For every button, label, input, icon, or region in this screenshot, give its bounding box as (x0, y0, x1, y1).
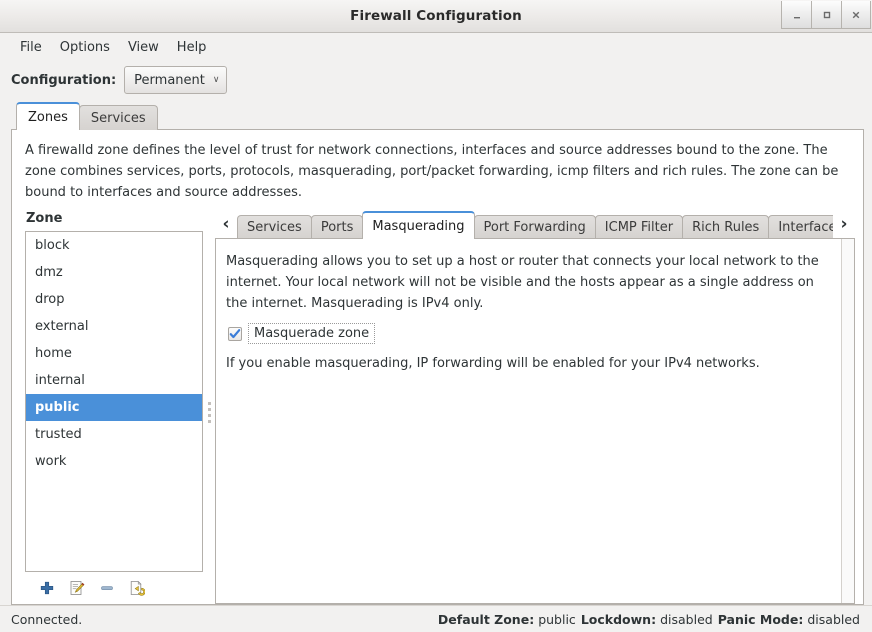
menu-help[interactable]: Help (168, 37, 216, 58)
tab-scroll-left-button[interactable]: ‹ (215, 211, 237, 239)
zones-panel: A firewalld zone defines the level of tr… (11, 129, 864, 605)
list-item[interactable]: external (26, 313, 202, 340)
minus-icon (99, 580, 115, 596)
main-tablist: Zones Services (11, 102, 864, 130)
masquerading-footnote: If you enable masquerading, IP forwardin… (226, 356, 829, 371)
window-title: Firewall Configuration (350, 8, 522, 24)
tab-interfaces[interactable]: Interfaces (768, 215, 833, 239)
list-item[interactable]: trusted (26, 421, 202, 448)
close-icon (851, 10, 861, 20)
splitter-grip-icon (208, 402, 211, 423)
list-item[interactable]: home (26, 340, 202, 367)
menu-options[interactable]: Options (51, 37, 119, 58)
split-panes: Zone block dmz drop external home intern… (12, 207, 863, 604)
panic-mode-value: disabled (807, 612, 860, 627)
configuration-label: Configuration: (11, 73, 116, 88)
zone-list-pane: Zone block dmz drop external home intern… (12, 211, 203, 604)
zone-detail-tabbar: ‹ Services Ports Masquerading Port Forwa… (215, 211, 855, 239)
edit-zone-button[interactable] (68, 579, 86, 597)
configuration-select[interactable]: Permanent ∨ (124, 66, 227, 94)
list-item[interactable]: dmz (26, 259, 202, 286)
zone-toolbar (25, 572, 203, 604)
chevron-down-icon: ∨ (213, 76, 220, 85)
zone-detail-tablist: Services Ports Masquerading Port Forward… (237, 211, 833, 239)
connection-status: Connected. (11, 612, 82, 627)
list-item[interactable]: block (26, 232, 202, 259)
remove-zone-button[interactable] (98, 579, 116, 597)
tab-zones[interactable]: Zones (16, 102, 80, 130)
zone-detail-pane: ‹ Services Ports Masquerading Port Forwa… (215, 211, 863, 604)
list-item[interactable]: work (26, 448, 202, 475)
document-revert-icon (129, 580, 145, 596)
lockdown-value: disabled (660, 612, 713, 627)
zone-list[interactable]: block dmz drop external home internal pu… (25, 231, 203, 572)
close-button[interactable] (841, 1, 871, 29)
lockdown-label: Lockdown: (581, 612, 656, 627)
default-zone-label: Default Zone: (438, 612, 534, 627)
zone-column-header: Zone (25, 211, 203, 231)
statusbar-info: Default Zone: public Lockdown: disabled … (438, 612, 860, 627)
tab-services[interactable]: Services (79, 105, 158, 130)
tab-port-forwarding[interactable]: Port Forwarding (474, 215, 596, 239)
tab-rich-rules[interactable]: Rich Rules (682, 215, 769, 239)
tab-ports[interactable]: Ports (311, 215, 364, 239)
list-item[interactable]: drop (26, 286, 202, 313)
configuration-selected-value: Permanent (134, 73, 205, 88)
masquerading-content: Masquerading allows you to set up a host… (216, 239, 841, 603)
menubar: File Options View Help (0, 33, 872, 61)
zone-description: A firewalld zone defines the level of tr… (12, 130, 863, 207)
pane-splitter[interactable] (203, 211, 215, 604)
window-controls (781, 0, 872, 30)
plus-icon (39, 580, 55, 596)
load-defaults-button[interactable] (128, 579, 146, 597)
statusbar: Connected. Default Zone: public Lockdown… (0, 605, 872, 632)
list-item-selected[interactable]: public (26, 394, 202, 421)
checkmark-icon (229, 328, 241, 340)
masquerade-zone-checkbox[interactable] (228, 327, 242, 341)
masquerade-zone-row[interactable]: Masquerade zone (228, 323, 829, 344)
main-notebook: Zones Services A firewalld zone defines … (11, 102, 864, 605)
panic-mode-status: Panic Mode: disabled (718, 612, 860, 627)
list-item[interactable]: internal (26, 367, 202, 394)
add-zone-button[interactable] (38, 579, 56, 597)
tab-services-detail[interactable]: Services (237, 215, 312, 239)
minimize-icon (792, 10, 802, 20)
maximize-button[interactable] (811, 1, 841, 29)
configuration-row: Configuration: Permanent ∨ (0, 61, 872, 99)
masquerading-panel: Masquerading allows you to set up a host… (215, 238, 855, 604)
minimize-button[interactable] (781, 1, 811, 29)
tab-masquerading[interactable]: Masquerading (362, 211, 474, 239)
maximize-icon (822, 10, 832, 20)
lockdown-status: Lockdown: disabled (581, 612, 713, 627)
default-zone-value: public (538, 612, 576, 627)
tab-scroll-right-button[interactable]: › (833, 211, 855, 239)
edit-pencil-icon (69, 580, 85, 596)
masquerade-zone-label[interactable]: Masquerade zone (248, 323, 375, 344)
masquerading-description: Masquerading allows you to set up a host… (226, 251, 829, 314)
titlebar: Firewall Configuration (0, 0, 872, 33)
panic-mode-label: Panic Mode: (718, 612, 804, 627)
tab-icmp-filter[interactable]: ICMP Filter (595, 215, 683, 239)
menu-file[interactable]: File (11, 37, 51, 58)
firewall-configuration-window: Firewall Configuration File Options Vie (0, 0, 872, 632)
masquerading-vertical-scrollbar[interactable] (841, 239, 854, 603)
menu-view[interactable]: View (119, 37, 168, 58)
default-zone-status: Default Zone: public (438, 612, 576, 627)
